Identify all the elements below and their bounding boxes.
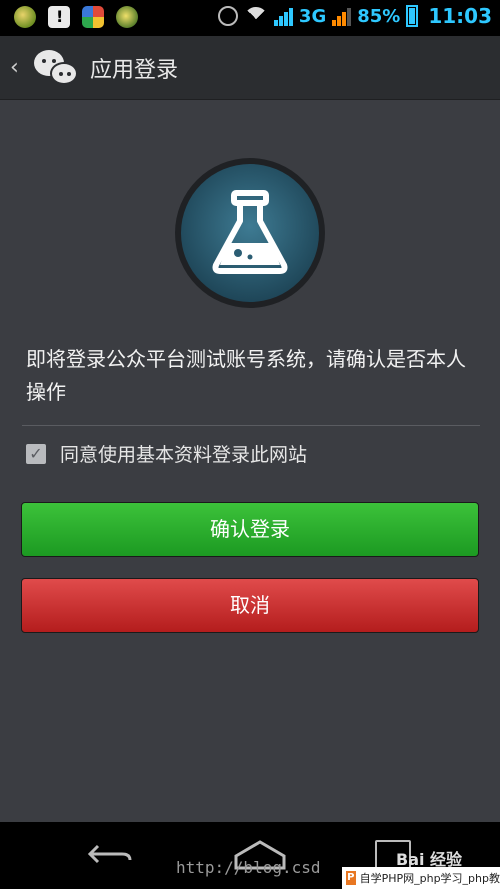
php-logo-icon: P <box>346 871 356 885</box>
agree-label: 同意使用基本资料登录此网站 <box>60 444 308 466</box>
wifi-icon <box>243 7 268 25</box>
wechat-icon[interactable] <box>34 48 80 88</box>
app-login-screen: 3G 85% 11:03 ‹ 应用登录 即将登录公众平台测试账号 <box>0 0 500 889</box>
title-bar: ‹ 应用登录 <box>0 36 500 100</box>
alarm-icon <box>217 6 238 26</box>
game-notification-icon <box>116 6 138 28</box>
php-watermark-text: 自学PHP网_php学习_php教 <box>359 872 500 885</box>
app-logo <box>175 158 325 308</box>
alert-notification-icon <box>48 6 70 28</box>
chevron-left-icon[interactable]: ‹ <box>10 55 26 80</box>
battery-icon <box>406 5 419 27</box>
signal-icon <box>273 6 293 26</box>
status-bar: 3G 85% 11:03 <box>0 0 500 36</box>
notification-icons <box>14 6 138 28</box>
login-message: 即将登录公众平台测试账号系统，请确认是否本人操作 <box>26 347 466 404</box>
page-title: 应用登录 <box>90 57 179 83</box>
signal-strength-icon <box>332 6 352 26</box>
watermark-url: http://blog.csd <box>176 858 321 877</box>
network-type: 3G <box>298 5 327 27</box>
app-notification-icon <box>14 6 36 28</box>
php-watermark: P 自学PHP网_php学习_php教 <box>342 867 500 889</box>
cancel-button[interactable]: 取消 <box>21 578 479 633</box>
browser-notification-icon <box>82 6 104 28</box>
agree-checkbox[interactable]: ✓ <box>26 443 46 464</box>
divider <box>22 425 480 426</box>
system-status: 3G 85% 11:03 <box>217 4 492 28</box>
back-arrow-icon[interactable] <box>86 842 134 866</box>
battery-percent: 85% <box>357 5 401 27</box>
clock: 11:03 <box>428 4 492 28</box>
agree-row[interactable]: ✓ 同意使用基本资料登录此网站 <box>26 440 307 467</box>
flask-icon <box>181 164 319 302</box>
confirm-login-button[interactable]: 确认登录 <box>21 502 479 557</box>
